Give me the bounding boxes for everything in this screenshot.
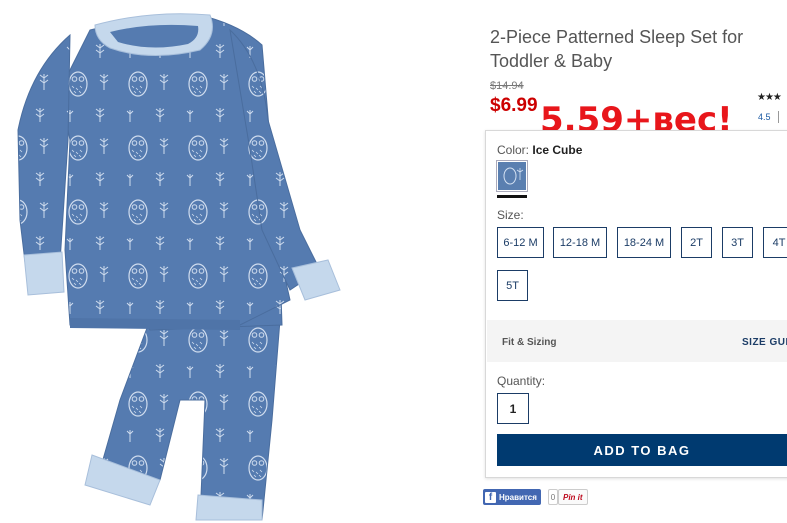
size-option-18-24m[interactable]: 18-24 M bbox=[617, 227, 671, 258]
swatch-pattern-icon bbox=[498, 162, 526, 190]
pin-count: 0 bbox=[548, 489, 558, 505]
quantity-label: Quantity: bbox=[497, 374, 546, 388]
product-image[interactable] bbox=[0, 0, 470, 523]
pajama-illustration bbox=[17, 13, 341, 521]
size-option-5t[interactable]: 5T bbox=[497, 270, 528, 301]
rating-value[interactable]: 4.5 bbox=[758, 112, 771, 122]
color-label: Color: Ice Cube bbox=[497, 143, 582, 157]
sale-price: $6.99 bbox=[490, 95, 538, 116]
pinterest-pin-button[interactable]: Pin it bbox=[558, 489, 588, 505]
size-option-6-12m[interactable]: 6-12 M bbox=[497, 227, 544, 258]
facebook-like-button[interactable]: f Нравится bbox=[483, 489, 541, 505]
size-option-3t[interactable]: 3T bbox=[722, 227, 753, 258]
size-option-12-18m[interactable]: 12-18 M bbox=[553, 227, 607, 258]
facebook-icon: f bbox=[485, 491, 496, 503]
color-label-text: Color: bbox=[497, 143, 530, 157]
size-option-2t[interactable]: 2T bbox=[681, 227, 712, 258]
size-guide-link[interactable]: SIZE GUIDE bbox=[742, 337, 787, 348]
size-label: Size: bbox=[497, 208, 524, 222]
quantity-input[interactable]: 1 bbox=[497, 393, 529, 424]
color-swatch-ice-cube[interactable] bbox=[496, 160, 528, 192]
size-option-4t[interactable]: 4T bbox=[763, 227, 787, 258]
rating-stars-icon[interactable]: ★★★ bbox=[757, 92, 782, 103]
rating-divider bbox=[778, 111, 779, 123]
color-value: Ice Cube bbox=[532, 143, 583, 157]
fit-sizing-label[interactable]: Fit & Sizing bbox=[502, 337, 556, 348]
options-panel bbox=[485, 130, 787, 478]
facebook-like-label: Нравится bbox=[499, 492, 537, 502]
swatch-selected-indicator bbox=[497, 195, 527, 198]
add-to-bag-button[interactable]: ADD TO BAG bbox=[497, 434, 787, 466]
original-price: $14.94 bbox=[490, 80, 524, 92]
product-title: 2-Piece Patterned Sleep Set for Toddler … bbox=[490, 27, 744, 71]
